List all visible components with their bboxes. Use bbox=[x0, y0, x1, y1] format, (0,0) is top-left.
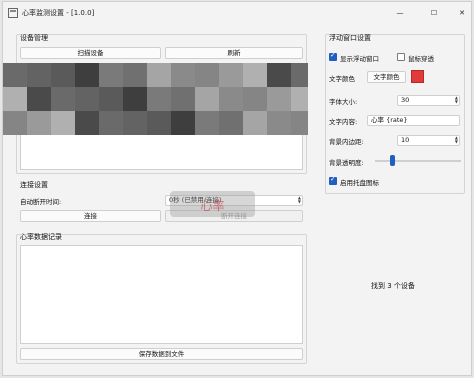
font-size-label: 字体大小: bbox=[329, 98, 358, 106]
float-group-title: 浮动窗口设置 bbox=[329, 34, 371, 42]
overlay-text: 心率 bbox=[200, 199, 225, 213]
tray-icon-checkbox[interactable] bbox=[329, 175, 337, 185]
spin-arrows-icon[interactable]: ▲ ▼ bbox=[298, 196, 301, 204]
title-bar: 心率监测设置 - [1.0.0] — ☐ ✕ bbox=[3, 2, 471, 24]
connection-group-title: 连接设置 bbox=[20, 181, 48, 189]
close-icon[interactable]: ✕ bbox=[455, 6, 469, 20]
minimize-icon[interactable]: — bbox=[393, 6, 407, 20]
auto-disconnect-label: 自动断开时间: bbox=[20, 198, 62, 206]
show-float-checkbox[interactable] bbox=[329, 51, 337, 61]
text-color-swatch[interactable] bbox=[411, 70, 424, 83]
connect-button[interactable]: 连接 bbox=[20, 210, 161, 222]
maximize-icon[interactable]: ☐ bbox=[427, 6, 441, 20]
window-title: 心率监测设置 - [1.0.0] bbox=[22, 9, 95, 17]
font-size-spinbox[interactable]: 30 ▲ ▼ bbox=[397, 95, 460, 106]
pixelated-redaction bbox=[3, 63, 308, 135]
text-color-label: 文字颜色 bbox=[329, 75, 355, 83]
device-group-title: 设备管理 bbox=[20, 34, 48, 42]
app-icon bbox=[8, 8, 18, 18]
floating-heart-rate-overlay[interactable]: 心率 bbox=[170, 191, 255, 217]
font-size-value: 30 bbox=[401, 96, 410, 104]
log-group-title: 心率数据记录 bbox=[20, 233, 62, 241]
padding-spinbox[interactable]: 10 ▲ ▼ bbox=[397, 135, 460, 146]
text-color-button[interactable]: 文字颜色 bbox=[367, 71, 406, 83]
app-window: 心率监测设置 - [1.0.0] — ☐ ✕ 设备管理 扫描设备 刷新 连接设置… bbox=[2, 1, 472, 376]
opacity-slider-handle[interactable] bbox=[390, 155, 396, 166]
text-content-input[interactable]: 心率 {rate} bbox=[367, 115, 460, 126]
tray-icon-label: 启用托盘图标 bbox=[340, 179, 379, 187]
heart-rate-log[interactable] bbox=[20, 245, 303, 344]
text-content-value: 心率 {rate} bbox=[371, 116, 408, 124]
refresh-button[interactable]: 刷新 bbox=[165, 47, 303, 59]
mouse-through-checkbox[interactable] bbox=[397, 53, 405, 61]
opacity-label: 背景透明度: bbox=[329, 159, 364, 167]
padding-value: 10 bbox=[401, 136, 410, 144]
spin-arrows-icon[interactable]: ▲ ▼ bbox=[455, 136, 458, 144]
show-float-label: 显示浮动窗口 bbox=[340, 55, 379, 63]
padding-label: 背景内边距: bbox=[329, 138, 364, 146]
mouse-through-label: 鼠标穿透 bbox=[408, 55, 434, 63]
opacity-slider-track[interactable] bbox=[375, 160, 461, 162]
spin-arrows-icon[interactable]: ▲ ▼ bbox=[455, 96, 458, 104]
text-content-label: 文字内容: bbox=[329, 118, 358, 126]
save-data-button[interactable]: 保存数据到文件 bbox=[20, 348, 303, 360]
scan-devices-button[interactable]: 扫描设备 bbox=[20, 47, 161, 59]
device-count-status: 找到 3 个设备 bbox=[371, 282, 415, 290]
